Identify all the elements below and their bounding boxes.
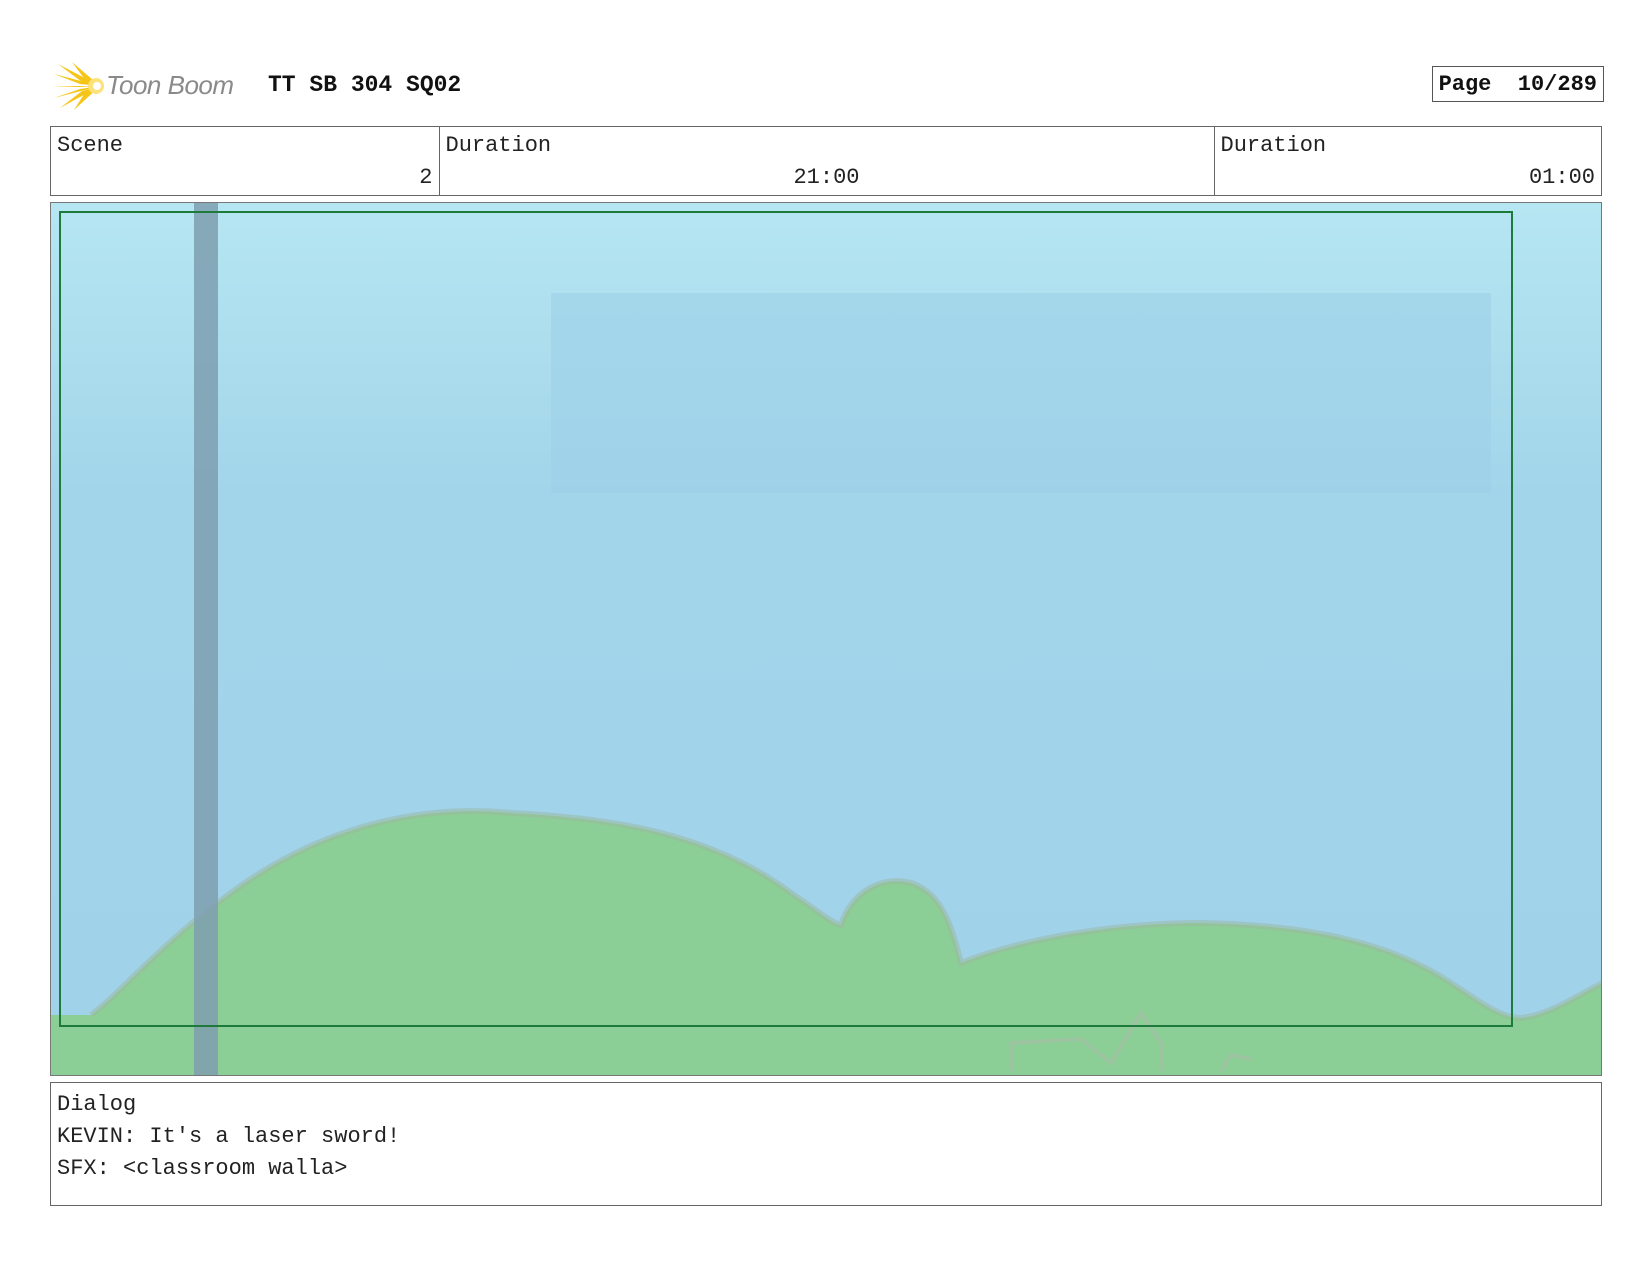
scene-info-table: Scene 2 Duration 21:00 Duration 01:00: [50, 126, 1602, 196]
toon-boom-logo: Toon Boom: [52, 60, 252, 112]
panel-duration-cell: Duration 01:00: [1213, 127, 1602, 195]
starburst-icon: [52, 62, 104, 110]
scene-duration-value: 21:00: [793, 165, 860, 190]
storyboard-header: Toon Boom TT SB 304 SQ02 Page 10/289: [52, 58, 1604, 114]
sky-shade: [551, 293, 1491, 493]
page-number: 10/289: [1517, 72, 1597, 97]
logo-wordmark: Toon Boom: [106, 70, 234, 100]
panel-artwork: [51, 203, 1601, 1075]
scene-duration-label: Duration: [445, 133, 552, 158]
dialog-line: KEVIN: It's a laser sword!: [57, 1124, 401, 1149]
storyboard-panel: [50, 202, 1602, 1076]
scene-cell: Scene 2: [51, 127, 439, 195]
dialog-line: SFX: <classroom walla>: [57, 1156, 348, 1181]
dialog-label: Dialog: [57, 1092, 137, 1117]
panel-duration-label: Duration: [1220, 133, 1327, 158]
scene-duration-cell: Duration 21:00: [438, 127, 1214, 195]
page-label: Page: [1438, 72, 1492, 97]
project-title: TT SB 304 SQ02: [268, 72, 462, 98]
pole: [194, 203, 218, 1075]
page-indicator: Page 10/289: [1431, 66, 1604, 102]
dialog-box: Dialog KEVIN: It's a laser sword! SFX: <…: [50, 1082, 1602, 1206]
scene-value: 2: [419, 165, 433, 190]
panel-duration-value: 01:00: [1528, 165, 1595, 190]
scene-label: Scene: [57, 133, 124, 158]
